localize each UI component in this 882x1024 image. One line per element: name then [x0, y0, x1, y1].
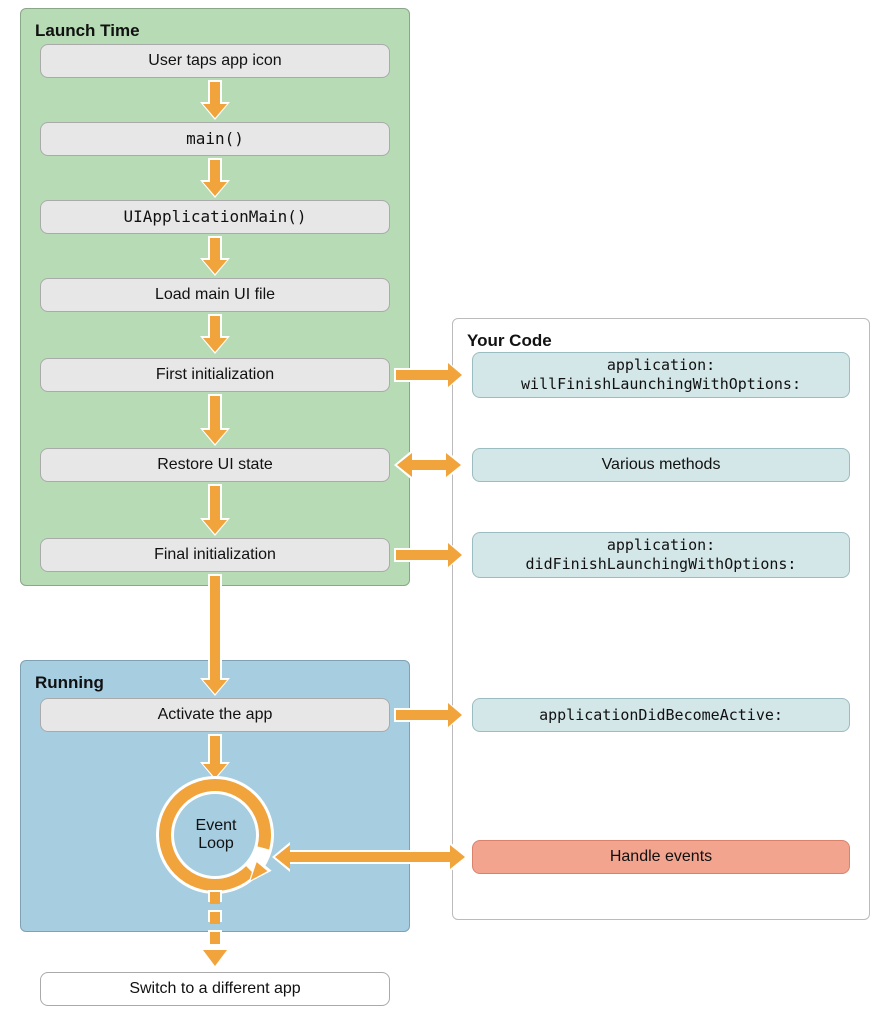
code-did-become-active: applicationDidBecomeActive:: [472, 698, 850, 732]
step-uiapplicationmain-label: UIApplicationMain(): [123, 207, 306, 227]
step-switch-app-label: Switch to a different app: [129, 979, 300, 999]
code-will-finish-label: application: willFinishLaunchingWithOpti…: [521, 356, 801, 394]
step-main-label: main(): [186, 129, 244, 149]
step-first-init-label: First initialization: [156, 365, 274, 385]
step-load-ui: Load main UI file: [40, 278, 390, 312]
step-restore-ui-label: Restore UI state: [157, 455, 273, 475]
event-loop-label: Event Loop: [176, 817, 256, 853]
running-title: Running: [35, 673, 399, 693]
step-restore-ui: Restore UI state: [40, 448, 390, 482]
step-main: main(): [40, 122, 390, 156]
step-first-init: First initialization: [40, 358, 390, 392]
step-uiapplicationmain: UIApplicationMain(): [40, 200, 390, 234]
code-various-methods-label: Various methods: [602, 455, 721, 475]
step-activate-app: Activate the app: [40, 698, 390, 732]
code-various-methods: Various methods: [472, 448, 850, 482]
code-did-finish-label: application: didFinishLaunchingWithOptio…: [526, 536, 797, 574]
code-handle-events-label: Handle events: [610, 847, 712, 867]
step-user-taps: User taps app icon: [40, 44, 390, 78]
code-will-finish: application: willFinishLaunchingWithOpti…: [472, 352, 850, 398]
code-did-become-active-label: applicationDidBecomeActive:: [539, 706, 783, 725]
code-did-finish: application: didFinishLaunchingWithOptio…: [472, 532, 850, 578]
step-user-taps-label: User taps app icon: [148, 51, 281, 71]
event-loop-text: Event Loop: [196, 817, 237, 852]
step-final-init-label: Final initialization: [154, 545, 276, 565]
step-load-ui-label: Load main UI file: [155, 285, 275, 305]
your-code-panel: Your Code: [452, 318, 870, 920]
step-final-init: Final initialization: [40, 538, 390, 572]
step-switch-app: Switch to a different app: [40, 972, 390, 1006]
launch-time-title: Launch Time: [35, 21, 399, 41]
step-activate-app-label: Activate the app: [158, 705, 273, 725]
your-code-title: Your Code: [467, 331, 859, 351]
code-handle-events: Handle events: [472, 840, 850, 874]
